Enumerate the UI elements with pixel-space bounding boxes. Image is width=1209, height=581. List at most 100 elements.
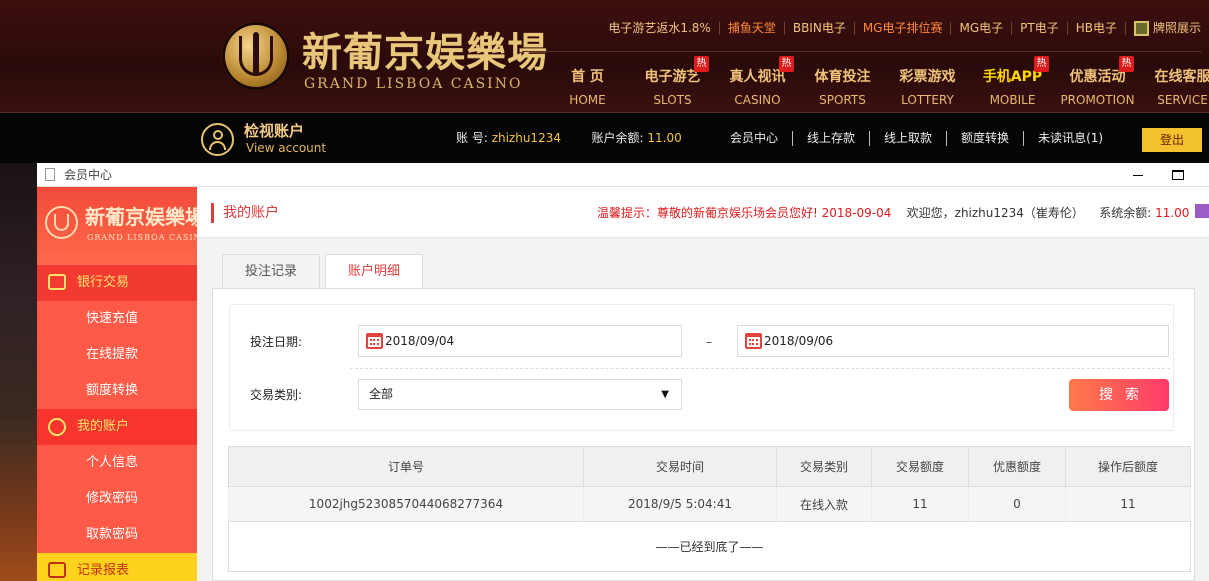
cell-order-no: 1002jhg5230857044068277364 <box>228 486 584 522</box>
nav-lottery-cn: 彩票游戏 <box>899 69 956 85</box>
top-link-license[interactable]: 牌照展示 <box>1126 20 1201 36</box>
table-row: 1002jhg5230857044068277364 2018/9/5 5:04… <box>228 486 1191 522</box>
date-separator: – <box>706 335 712 349</box>
sidebar-item-withdraw-password[interactable]: 取款密码 <box>37 517 197 553</box>
type-label: 交易类别: <box>250 388 303 402</box>
sidebar-group-reports[interactable]: 记录报表 <box>37 553 197 581</box>
balance-label: 账户余额: <box>591 131 644 145</box>
window-titlebar: 会员中心 <box>37 163 1209 187</box>
nav-home-en: HOME <box>569 93 606 107</box>
nav-lottery[interactable]: 彩票游戏 LOTTERY <box>885 68 970 107</box>
nav-sports[interactable]: 体育投注 SPORTS <box>800 68 885 107</box>
top-link-hb[interactable]: HB电子 <box>1068 21 1126 35</box>
end-of-list-text: ——已经到底了—— <box>228 521 1191 572</box>
nav-sports-cn: 体育投注 <box>814 69 871 85</box>
col-time: 交易时间 <box>583 446 777 487</box>
nav-casino[interactable]: 热真人视讯 CASINO <box>715 56 800 107</box>
top-link-mg-ranking[interactable]: MG电子排位赛 <box>855 21 952 35</box>
notice-bar: 温馨提示：尊敬的新葡京娱乐场会员您好! 2018-09-04 欢迎您，zhizh… <box>597 206 1189 220</box>
tab-bet-records[interactable]: 投注记录 <box>222 254 320 288</box>
top-link-mg[interactable]: MG电子 <box>951 21 1013 35</box>
view-account-subtitle[interactable]: View account <box>246 141 326 155</box>
hot-badge: 热 <box>1119 56 1134 72</box>
side-tab-icon[interactable] <box>1195 204 1209 218</box>
sidebar-logo-emblem-icon <box>45 206 78 239</box>
sidebar-item-quick-deposit[interactable]: 快速充值 <box>37 301 197 337</box>
cell-balance-after: 11 <box>1065 486 1191 522</box>
sidebar-group-label: 我的账户 <box>77 419 130 434</box>
menu-transfer[interactable]: 额度转换 <box>947 131 1025 146</box>
top-link-pt[interactable]: PT电子 <box>1012 21 1068 35</box>
system-balance-value: 11.00 <box>1155 206 1190 220</box>
menu-withdraw[interactable]: 线上取款 <box>870 131 948 146</box>
type-select[interactable]: 全部 ▼ <box>358 379 682 410</box>
title-accent-bar <box>211 203 214 223</box>
tab-account-details[interactable]: 账户明细 <box>325 254 423 289</box>
account-menu: 会员中心 线上存款 线上取款 额度转换 未读讯息(1) <box>730 131 1103 146</box>
nav-casino-en: CASINO <box>734 93 781 107</box>
nav-home[interactable]: 首 页 HOME <box>545 68 630 107</box>
top-link-bbin[interactable]: BBIN电子 <box>785 21 855 35</box>
maximize-icon[interactable] <box>1172 170 1184 180</box>
minimize-icon[interactable] <box>1133 175 1143 176</box>
content-area: 投注记录 账户明细 投注日期: 2018/09/04 – 2018/09/06 <box>212 254 1195 581</box>
nav-mobile[interactable]: 热手机APP MOBILE <box>970 56 1055 107</box>
logo-text-cn: 新葡京娱樂場 <box>302 29 548 76</box>
nav-promotion[interactable]: 热优惠活动 PROMOTION <box>1055 56 1140 107</box>
sidebar-item-profile[interactable]: 个人信息 <box>37 445 197 481</box>
sidebar-item-withdraw[interactable]: 在线提款 <box>37 337 197 373</box>
top-links: 电子游艺返水1.8% 捕鱼天堂 BBIN电子 MG电子排位赛 MG电子 PT电子… <box>600 18 1201 38</box>
document-icon <box>45 168 55 181</box>
user-circle-icon <box>48 418 66 436</box>
sidebar-group-my-account[interactable]: 我的账户 <box>37 409 197 445</box>
view-account-title[interactable]: 检视账户 <box>244 123 304 140</box>
main-nav: 首 页 HOME 热电子游艺 SLOTS 热真人视讯 CASINO 体育投注 SPORT… <box>545 56 1209 107</box>
balance-value: 11.00 <box>647 131 682 145</box>
license-icon <box>1133 20 1149 36</box>
user-icon <box>201 123 234 156</box>
logout-button[interactable]: 登出 <box>1142 128 1202 152</box>
tab-panel: 投注日期: 2018/09/04 – 2018/09/06 交易类别: 全部 ▼… <box>212 288 1195 581</box>
welcome-text: 欢迎您，zhizhu1234（崔寿伦） <box>906 206 1084 220</box>
sidebar-group-banking[interactable]: 银行交易 <box>37 265 197 301</box>
search-form: 投注日期: 2018/09/04 – 2018/09/06 交易类别: 全部 ▼… <box>229 304 1174 431</box>
menu-messages[interactable]: 未读讯息(1) <box>1024 131 1103 146</box>
search-button[interactable]: 搜索 <box>1069 379 1169 411</box>
menu-deposit[interactable]: 线上存款 <box>793 131 871 146</box>
nav-service-cn: 在线客服 <box>1154 69 1209 85</box>
calendar-icon <box>366 333 383 349</box>
logo-text-en: GRAND LISBOA CASINO <box>304 76 523 92</box>
member-center-window: 会员中心 新葡京娱樂場 GRAND LISBOA CASINO 银行交易 快速充… <box>37 163 1209 581</box>
license-label: 牌照展示 <box>1152 20 1201 35</box>
site-logo[interactable]: 新葡京娱樂場 GRAND LISBOA CASINO <box>222 18 547 98</box>
type-select-value: 全部 <box>369 387 394 401</box>
cell-type: 在线入款 <box>776 486 872 522</box>
sidebar-group-label: 银行交易 <box>77 275 130 290</box>
nav-slots[interactable]: 热电子游艺 SLOTS <box>630 56 715 107</box>
menu-member-center[interactable]: 会员中心 <box>730 131 794 146</box>
account-info: 账 号: zhizhu1234 账户余额: 11.00 <box>456 131 682 146</box>
sidebar-logo-cn: 新葡京娱樂場 <box>85 205 205 229</box>
system-balance-label: 系统余额: <box>1099 206 1152 220</box>
date-to-input[interactable]: 2018/09/06 <box>737 325 1169 357</box>
site-header: 新葡京娱樂場 GRAND LISBOA CASINO 电子游艺返水1.8% 捕鱼… <box>0 0 1209 113</box>
account-bar: 检视账户 View account 账 号: zhizhu1234 账户余额: … <box>0 113 1209 163</box>
hot-badge: 热 <box>694 56 709 72</box>
table-end-row: ——已经到底了—— <box>228 521 1191 572</box>
account-label: 账 号: <box>456 131 488 145</box>
nav-home-cn: 首 页 <box>571 69 604 85</box>
sidebar-item-transfer[interactable]: 额度转换 <box>37 373 197 409</box>
nav-promotion-en: PROMOTION <box>1060 93 1135 107</box>
table-header-row: 订单号 交易时间 交易类别 交易额度 优惠额度 操作后额度 <box>228 446 1191 487</box>
form-divider <box>350 368 1170 369</box>
nav-service[interactable]: 在线客服 SERVICE <box>1140 68 1209 107</box>
page-title: 我的账户 <box>223 205 279 221</box>
top-link-fishing[interactable]: 捕鱼天堂 <box>720 21 785 35</box>
top-link-slots-rebate[interactable]: 电子游艺返水1.8% <box>600 21 720 35</box>
nav-service-en: SERVICE <box>1157 93 1208 107</box>
notice-text: 温馨提示：尊敬的新葡京娱乐场会员您好! 2018-09-04 <box>597 206 892 220</box>
date-from-input[interactable]: 2018/09/04 <box>358 325 682 357</box>
sidebar-group-label: 记录报表 <box>77 563 130 578</box>
sidebar-item-change-password[interactable]: 修改密码 <box>37 481 197 517</box>
sidebar-logo-en: GRAND LISBOA CASINO <box>87 233 210 242</box>
